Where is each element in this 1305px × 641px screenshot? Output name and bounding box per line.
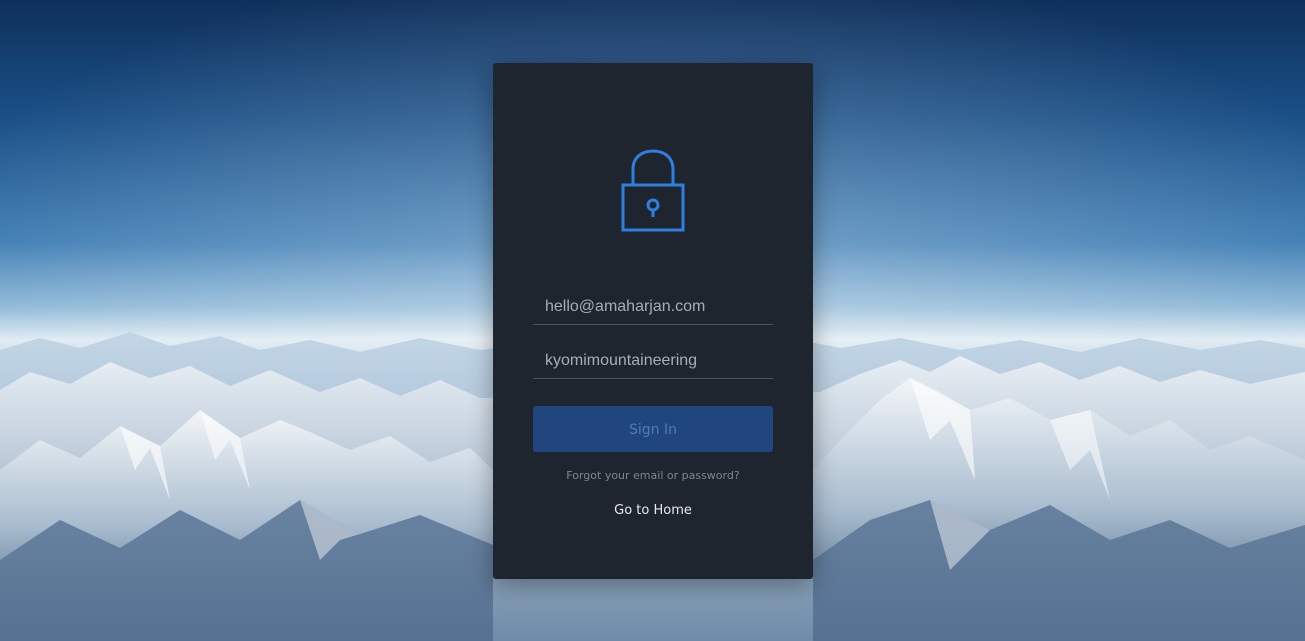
go-to-home-link[interactable]: Go to Home xyxy=(493,503,813,518)
lock-icon xyxy=(621,149,685,232)
email-field[interactable] xyxy=(533,289,773,325)
email-input[interactable] xyxy=(533,289,773,324)
login-card: Sign In Forgot your email or password? G… xyxy=(493,63,813,579)
sign-in-button[interactable]: Sign In xyxy=(533,406,773,452)
password-input[interactable] xyxy=(533,343,773,378)
forgot-credentials-link[interactable]: Forgot your email or password? xyxy=(493,469,813,482)
password-field[interactable] xyxy=(533,343,773,379)
